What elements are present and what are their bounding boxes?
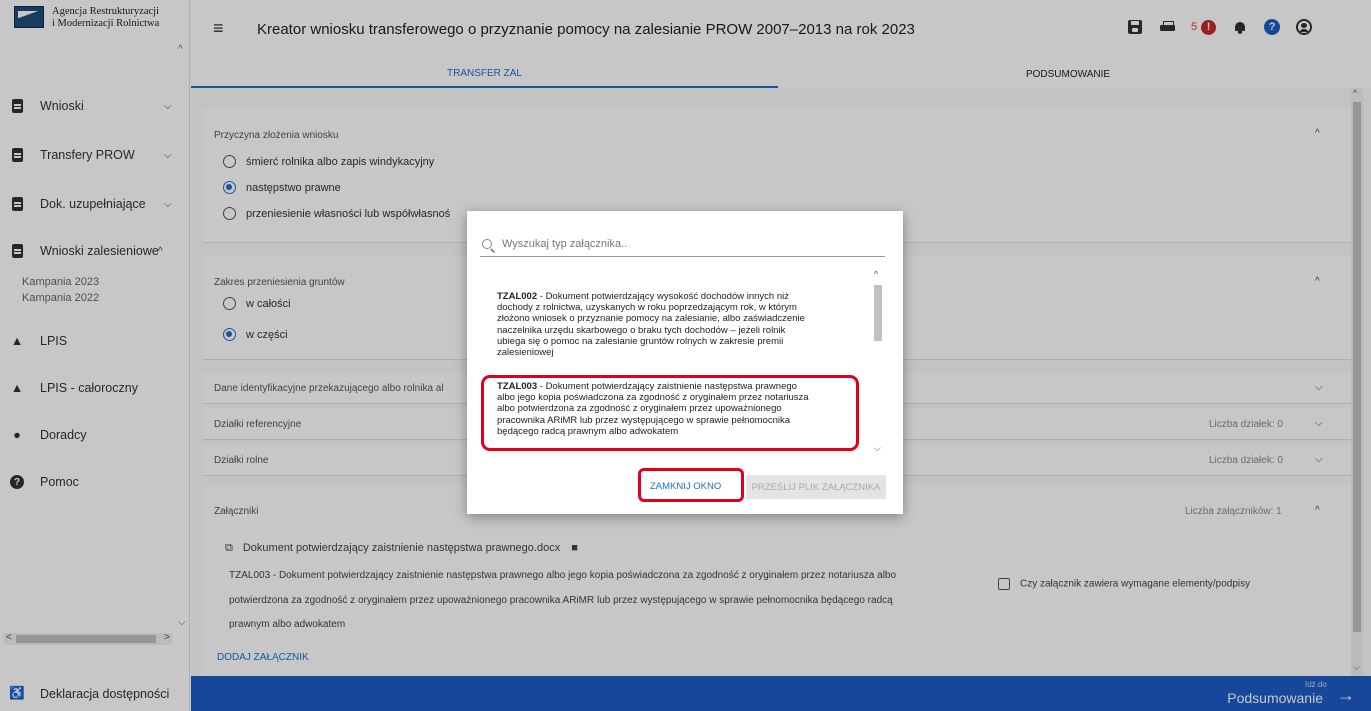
option-text-line: dochody z rolnictwa, uzyskanych w roku p… <box>497 302 797 314</box>
list-scrollbar[interactable]: ^ ⌵ <box>871 269 885 459</box>
attachment-type-search-input[interactable] <box>502 237 872 250</box>
highlight-frame-close <box>638 468 744 502</box>
option-text-line: - Dokument potwierdzający wysokość docho… <box>537 291 789 302</box>
option-text-line: ubiega się o pomoc na zalesianie gruntów… <box>497 335 784 347</box>
option-text-line: złożono wniosek o przyznanie pomocy na z… <box>497 313 805 325</box>
upload-attachment-button[interactable]: PRZEŚLIJ PLIK ZAŁĄCZNIKA <box>746 475 886 499</box>
search-icon <box>482 238 492 249</box>
attachment-type-dialog: TZAL002 - Dokument potwierdzający wysoko… <box>467 211 903 514</box>
scroll-down-icon[interactable]: ⌵ <box>874 443 881 454</box>
scrollbar-thumb[interactable] <box>874 285 882 341</box>
search-field[interactable] <box>480 231 885 257</box>
option-text-line: naczelnika urzędu skarbowego o braku tyc… <box>497 324 786 336</box>
option-text-line: zalesieniowej <box>497 347 554 359</box>
list-item[interactable]: TZAL002 - Dokument potwierdzający wysoko… <box>497 291 857 358</box>
highlight-frame-option <box>481 375 859 451</box>
scroll-up-icon[interactable]: ^ <box>874 269 878 279</box>
option-code: TZAL002 <box>497 291 538 302</box>
